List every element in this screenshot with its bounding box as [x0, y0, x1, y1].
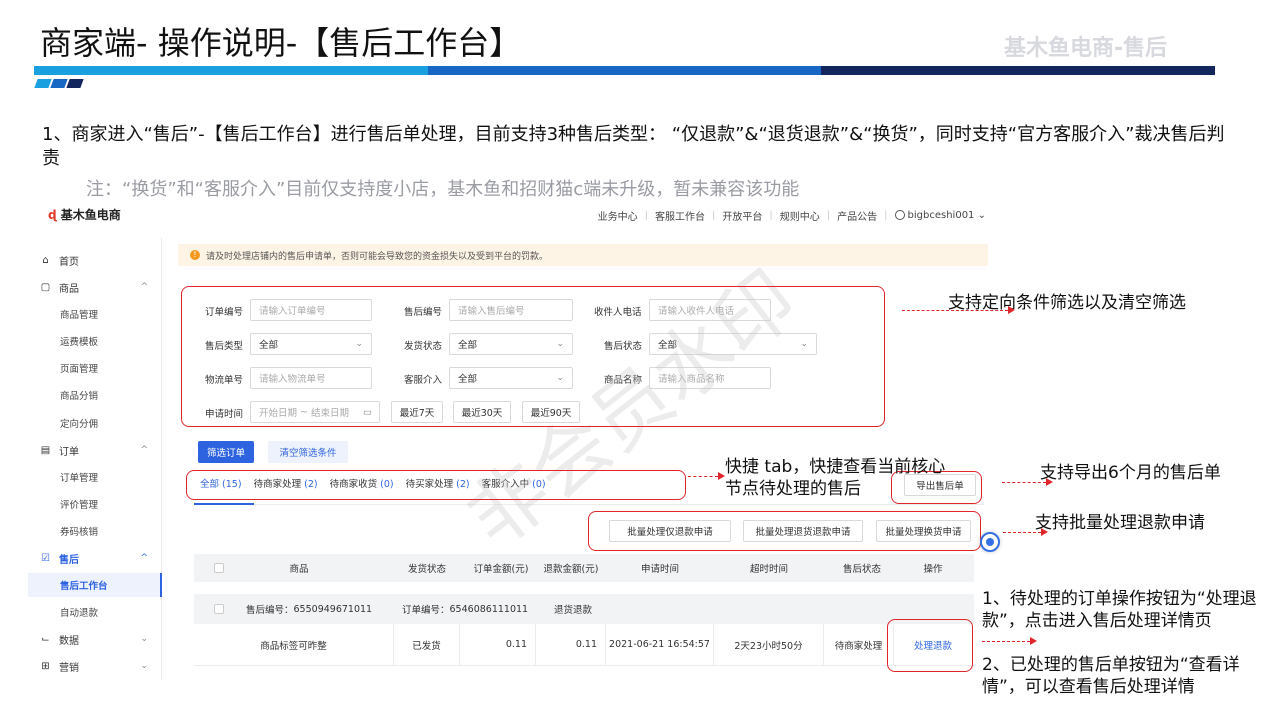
decor-parallelogram — [50, 79, 68, 88]
sidebar-item-goods-distribution[interactable]: 商品分销 — [28, 383, 162, 407]
select-all-checkbox[interactable] — [214, 563, 224, 573]
action-highlight-box — [887, 619, 973, 672]
brand-label: 基木鱼电商-售后 — [1004, 36, 1168, 61]
arrow-head — [1008, 306, 1015, 314]
chart-icon: ⌙ — [41, 633, 50, 645]
nav-cs-workbench[interactable]: 客服工作台 — [655, 208, 705, 223]
row-checkbox[interactable] — [214, 604, 224, 614]
arrow-line — [688, 476, 718, 477]
filter-orders-button[interactable]: 筛选订单 — [198, 441, 254, 463]
sidebar-item-targeted-commission[interactable]: 定向分佣 — [28, 411, 162, 435]
filter-highlight-box — [181, 286, 885, 427]
chevron-up-icon: ^ — [140, 282, 148, 292]
sidebar-item-goods-manage[interactable]: 商品管理 — [28, 302, 162, 326]
note-text: 注：“换货”和“客服介入”目前仅支持度小店，基木鱼和招财猫c端未升级，暂未兼容该… — [86, 179, 800, 200]
clear-filters-button[interactable]: 清空筛选条件 — [268, 441, 348, 463]
header-bar-light — [34, 66, 428, 75]
sidebar-item-freight-template[interactable]: 运费模板 — [28, 329, 162, 353]
table-group-row: 售后编号： 6550949671011 订单编号： 6546086111011 退货… — [194, 594, 974, 624]
chevron-up-icon: ^ — [140, 553, 148, 563]
tabs-highlight-box — [186, 470, 686, 500]
goods-icon: ▢ — [40, 281, 51, 293]
app-logo[interactable]: ɖ 基木鱼电商 — [48, 206, 121, 223]
sidebar: ⌂ 首页 ▢ 商品 ^ 商品管理 运费模板 页面管理 商品分销 定向分佣 ▤ 订单 ^ 订… — [28, 238, 162, 680]
user-name: bigbceshi001 — [907, 210, 975, 221]
sidebar-item-marketing[interactable]: ⊞ 营销 ⌄ — [28, 654, 162, 678]
sidebar-item-review-manage[interactable]: 评价管理 — [28, 492, 162, 516]
nav-business-center[interactable]: 业务中心 — [598, 208, 638, 223]
logo-icon: ɖ — [48, 208, 57, 222]
decor-parallelogram — [66, 79, 84, 88]
sidebar-item-data[interactable]: ⌙ 数据 ⌄ — [28, 627, 162, 651]
annotation-process-2: 2、已处理的售后单按钮为“查看详情”，可以查看售后处理详情 — [982, 655, 1240, 697]
table-row: 商品标签可昨整 已发货 0.11 0.11 2021-06-21 16:54:5… — [194, 624, 974, 666]
nav-open-platform[interactable]: 开放平台 — [722, 208, 762, 223]
sidebar-item-goods[interactable]: ▢ 商品 ^ — [28, 275, 162, 299]
tab-active-indicator — [194, 503, 254, 505]
annotation-batch: 支持批量处理退款申请 — [1035, 513, 1205, 533]
chevron-up-icon: ^ — [140, 445, 148, 455]
table-header: 商品 发货状态 订单金额(元) 退款金额(元) 申请时间 超时时间 售后状态 操… — [194, 554, 974, 582]
shield-check-icon: ☑ — [41, 552, 50, 564]
arrow-line — [1003, 532, 1041, 533]
sidebar-item-order[interactable]: ▤ 订单 ^ — [28, 438, 162, 462]
sidebar-item-order-manage[interactable]: 订单管理 — [28, 465, 162, 489]
arrow-head — [1030, 637, 1037, 645]
sidebar-item-home[interactable]: ⌂ 首页 — [28, 248, 162, 272]
arrow-head — [1046, 478, 1053, 486]
slide: 商家端- 操作说明-【售后工作台】 基木鱼电商-售后 1、商家进入“售后”-【售… — [0, 0, 1280, 720]
slide-title: 商家端- 操作说明-【售后工作台】 — [40, 24, 522, 62]
nav-announcements[interactable]: 产品公告 — [837, 208, 877, 223]
intro-text: 1、商家进入“售后”-【售后工作台】进行售后单处理，目前支持3种售后类型： “仅… — [42, 124, 1225, 169]
logo-text: 基木鱼电商 — [60, 208, 121, 222]
sidebar-item-auto-refund[interactable]: 自动退款 — [28, 600, 162, 624]
decor-parallelogram — [34, 79, 52, 88]
warning-icon: ! — [190, 250, 200, 260]
chevron-down-icon: ⌄ — [140, 661, 148, 671]
home-icon: ⌂ — [42, 254, 49, 266]
sidebar-item-coupon-verify[interactable]: 券码核销 — [28, 519, 162, 543]
annotation-tabs-line2: 节点待处理的售后 — [725, 479, 861, 499]
sidebar-item-page-manage[interactable]: 页面管理 — [28, 356, 162, 380]
annotation-export: 支持导出6个月的售后单 — [1040, 463, 1221, 483]
chevron-down-icon: ⌄ — [140, 634, 148, 644]
header-bar-dark — [821, 66, 1215, 75]
batch-highlight-box — [588, 511, 981, 551]
gift-icon: ⊞ — [41, 660, 50, 672]
order-icon: ▤ — [40, 444, 51, 456]
top-nav: 业务中心 | 客服工作台 | 开放平台 | 规则中心 | 产品公告 | bigbceshi… — [597, 208, 986, 223]
arrow-head — [718, 472, 725, 480]
nav-rules-center[interactable]: 规则中心 — [780, 208, 820, 223]
user-icon — [894, 210, 905, 220]
arrow-line — [902, 310, 1008, 311]
annotation-process-1: 1、待处理的订单操作按钮为“处理退款”，点击进入售后处理详情页 — [982, 589, 1257, 631]
user-menu[interactable]: bigbceshi001 ⌄ — [894, 210, 986, 221]
header-bar-mid — [428, 66, 821, 75]
arrow-line — [982, 641, 1030, 642]
warning-banner: ! 请及时处理店铺内的售后申请单，否则可能会导致您的资金损失以及受到平台的罚款。 — [178, 244, 988, 266]
arrow-line — [1002, 482, 1046, 483]
sidebar-item-aftersale[interactable]: ☑ 售后 ^ — [28, 546, 162, 570]
chat-float-icon[interactable] — [980, 532, 1000, 552]
sidebar-item-aftersale-workbench[interactable]: 售后工作台 — [28, 573, 162, 597]
chevron-down-icon: ⌄ — [977, 210, 986, 221]
arrow-head — [1041, 528, 1048, 536]
